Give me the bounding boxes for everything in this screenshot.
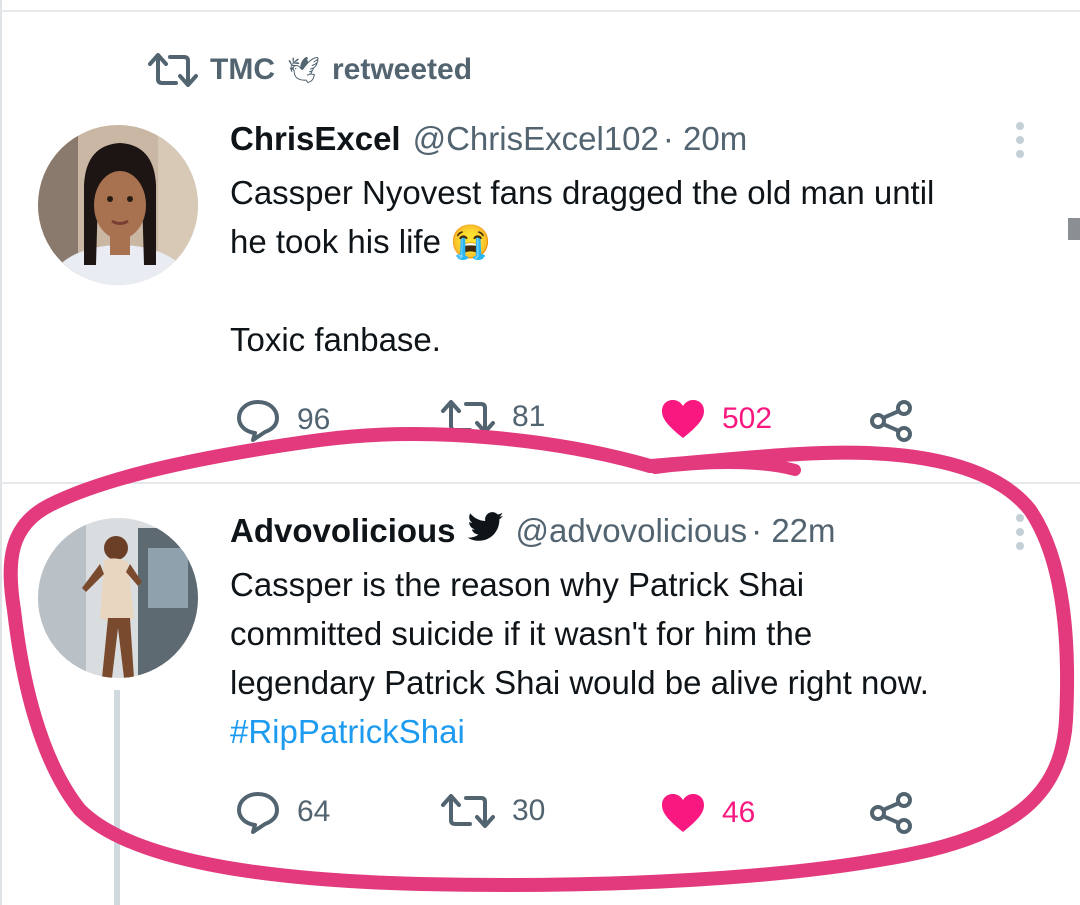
timestamp[interactable]: · 20m [663,120,747,158]
share-icon [868,792,914,834]
user-handle[interactable]: @ChrisExcel102 [413,120,659,158]
avatar-advovolicious[interactable] [38,518,198,678]
tweet-1-header: ChrisExcel @ChrisExcel102 · 20m [230,120,747,158]
timestamp[interactable]: · 22m [751,512,835,550]
reply-button[interactable]: 64 [235,790,330,834]
retweet-banner[interactable]: TMC 🕊 retweeted [148,50,472,90]
reply-button[interactable]: 96 [235,398,330,442]
more-options-icon[interactable] [1014,122,1026,158]
tweet-text-line: he took his life 😭 [230,223,492,260]
left-edge-border [0,0,2,905]
retweeted-label: retweeted [332,53,473,86]
retweet-count: 81 [512,400,546,433]
share-icon [868,400,914,442]
user-handle[interactable]: @advovolicious [516,512,748,550]
thread-connector-line [114,690,120,905]
share-button[interactable] [868,400,914,442]
tweet-text-line: Cassper Nyovest fans dragged the old man… [230,174,935,211]
tweet-divider [0,482,1080,484]
like-count: 502 [722,402,773,435]
hashtag-link[interactable]: #RipPatrickShai [230,707,929,756]
reply-icon [235,398,281,442]
like-button[interactable]: 502 [660,398,772,440]
scrollbar-thumb[interactable] [1068,218,1080,240]
retweet-button[interactable]: 30 [440,794,545,828]
tweet-text-line: committed suicide if it wasn't for him t… [230,615,813,652]
retweeter-name[interactable]: TMC [210,53,275,87]
retweet-icon [440,794,496,828]
heart-icon [660,398,706,440]
reply-count: 64 [297,795,331,828]
reply-count: 96 [297,403,331,436]
retweet-icon [440,400,496,434]
tweet-2-header: Advovolicious @advovolicious · 22m [230,512,836,550]
twitter-bird-icon [467,512,504,550]
more-options-icon[interactable] [1014,514,1026,550]
tweet-2-text: Cassper is the reason why Patrick Shai c… [230,560,929,756]
retweet-button[interactable]: 81 [440,400,545,434]
tweet-1-text: Cassper Nyovest fans dragged the old man… [230,168,934,364]
tweet-text-line: Cassper is the reason why Patrick Shai [230,566,805,603]
tweet-text-line: legendary Patrick Shai would be alive ri… [230,664,929,701]
tweet-text-line [230,266,934,315]
tweet-text-line: Toxic fanbase. [230,321,441,358]
dove-emoji-icon: 🕊 [286,54,320,85]
like-button[interactable]: 46 [660,792,755,834]
like-count: 46 [722,796,756,829]
retweet-icon [148,53,198,87]
display-name[interactable]: Advovolicious [230,512,456,550]
heart-icon [660,792,706,834]
share-button[interactable] [868,792,914,834]
display-name[interactable]: ChrisExcel [230,120,401,158]
reply-icon [235,790,281,834]
avatar-chrisexcel[interactable] [38,125,198,285]
top-divider [0,10,1080,12]
retweet-count: 30 [512,794,546,827]
